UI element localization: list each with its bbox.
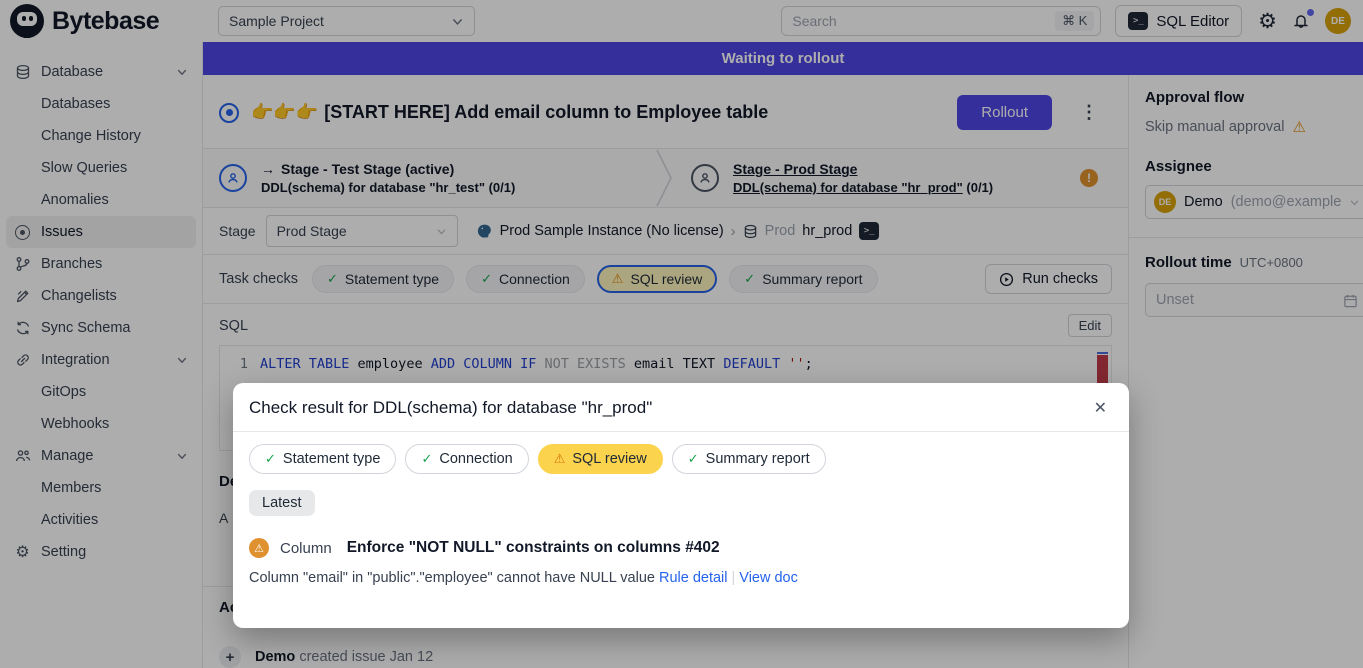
finding-title: Enforce "NOT NULL" constraints on column… <box>347 539 720 557</box>
modal-check-pill-label: SQL review <box>572 451 646 467</box>
check-success-icon: ✓ <box>688 451 699 467</box>
finding-detail-text: Column "email" in "public"."employee" ca… <box>249 570 655 586</box>
check-warning-icon: ⚠ <box>554 451 566 467</box>
rule-detail-link[interactable]: Rule detail <box>659 570 728 586</box>
modal-check-pill-label: Connection <box>439 451 512 467</box>
link-separator: | <box>732 570 736 586</box>
latest-version-chip[interactable]: Latest <box>249 490 315 516</box>
modal-check-pill-connection[interactable]: ✓ Connection <box>405 444 528 474</box>
modal-check-pill-label: Statement type <box>283 451 381 467</box>
modal-title: Check result for DDL(schema) for databas… <box>249 398 652 418</box>
check-result-modal: Check result for DDL(schema) for databas… <box>233 383 1129 628</box>
modal-check-tabs: ✓ Statement type ✓ Connection ⚠ SQL revi… <box>249 444 1113 474</box>
check-success-icon: ✓ <box>265 451 276 467</box>
modal-check-pill-summary-report[interactable]: ✓ Summary report <box>672 444 826 474</box>
finding-category: Column <box>280 540 332 557</box>
check-success-icon: ✓ <box>421 451 432 467</box>
modal-check-pill-statement-type[interactable]: ✓ Statement type <box>249 444 396 474</box>
warning-circle-icon: ⚠ <box>249 538 269 558</box>
modal-check-pill-label: Summary report <box>706 451 810 467</box>
close-icon[interactable]: ✕ <box>1088 398 1113 418</box>
modal-check-pill-sql-review[interactable]: ⚠ SQL review <box>538 444 663 474</box>
view-doc-link[interactable]: View doc <box>739 570 798 586</box>
check-finding: ⚠ Column Enforce "NOT NULL" constraints … <box>249 538 1113 558</box>
